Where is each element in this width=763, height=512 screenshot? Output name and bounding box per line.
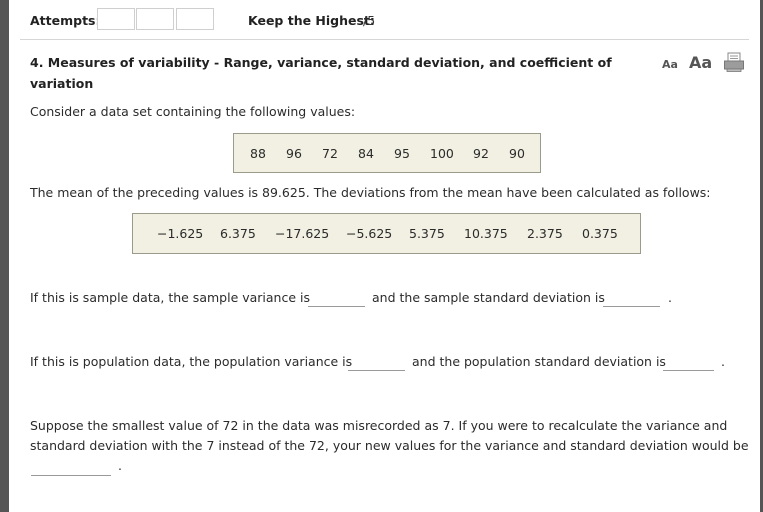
print-icon[interactable] — [723, 51, 745, 73]
attempt-box-2 — [136, 8, 174, 30]
left-border — [0, 0, 9, 512]
deviations-box: −1.625 6.375 −17.625 −5.625 5.375 10.375… — [132, 213, 641, 254]
population-sd-label: and the population standard deviation is — [412, 354, 666, 369]
attempt-box-1 — [97, 8, 135, 30]
population-variance-label: If this is population data, the populati… — [30, 354, 353, 369]
keep-highest-label: Keep the Highest: — [248, 13, 375, 28]
value-item: 84 — [358, 145, 374, 161]
deviation-item: 0.375 — [582, 226, 618, 241]
population-variance-input[interactable] — [348, 369, 405, 371]
deviation-item: 5.375 — [409, 226, 445, 241]
value-item: 72 — [322, 145, 338, 161]
deviation-item: −17.625 — [275, 226, 330, 241]
sample-sd-input[interactable] — [603, 305, 660, 307]
period: . — [721, 354, 725, 369]
deviation-item: 6.375 — [220, 226, 256, 241]
font-increase-button[interactable]: Aa — [689, 53, 712, 72]
value-item: 95 — [394, 145, 410, 161]
deviation-item: −1.625 — [157, 226, 204, 241]
population-sd-input[interactable] — [663, 369, 714, 371]
value-item: 96 — [286, 145, 302, 161]
misrecord-text-line-1: Suppose the smallest value of 72 in the … — [30, 418, 728, 433]
question-title: 4. Measures of variability - Range, vari… — [30, 55, 612, 91]
attempts-label: Attempts: — [30, 13, 101, 28]
value-item: 90 — [509, 145, 525, 161]
period: . — [118, 458, 122, 473]
deviation-item: −5.625 — [346, 226, 393, 241]
sample-variance-label: If this is sample data, the sample varia… — [30, 290, 311, 305]
deviation-item: 10.375 — [464, 226, 508, 241]
period: . — [668, 290, 672, 305]
attempt-box-3 — [176, 8, 214, 30]
header-divider — [20, 39, 749, 40]
misrecord-text-line-2: standard deviation with the 7 instead of… — [30, 438, 749, 453]
sample-sd-label: and the sample standard deviation is — [372, 290, 605, 305]
keep-highest-score: /5 — [363, 13, 376, 28]
value-item: 100 — [430, 145, 454, 161]
font-decrease-button[interactable]: Aa — [662, 58, 678, 71]
value-item: 92 — [473, 145, 489, 161]
mean-text: The mean of the preceding values is 89.6… — [30, 185, 711, 200]
value-item: 88 — [250, 145, 266, 161]
intro-text: Consider a data set containing the follo… — [30, 104, 356, 119]
deviation-item: 2.375 — [527, 226, 563, 241]
sample-variance-input[interactable] — [308, 305, 365, 307]
values-box: 88 96 72 84 95 100 92 90 — [233, 133, 541, 173]
misrecord-answer-dropdown[interactable] — [31, 474, 111, 476]
